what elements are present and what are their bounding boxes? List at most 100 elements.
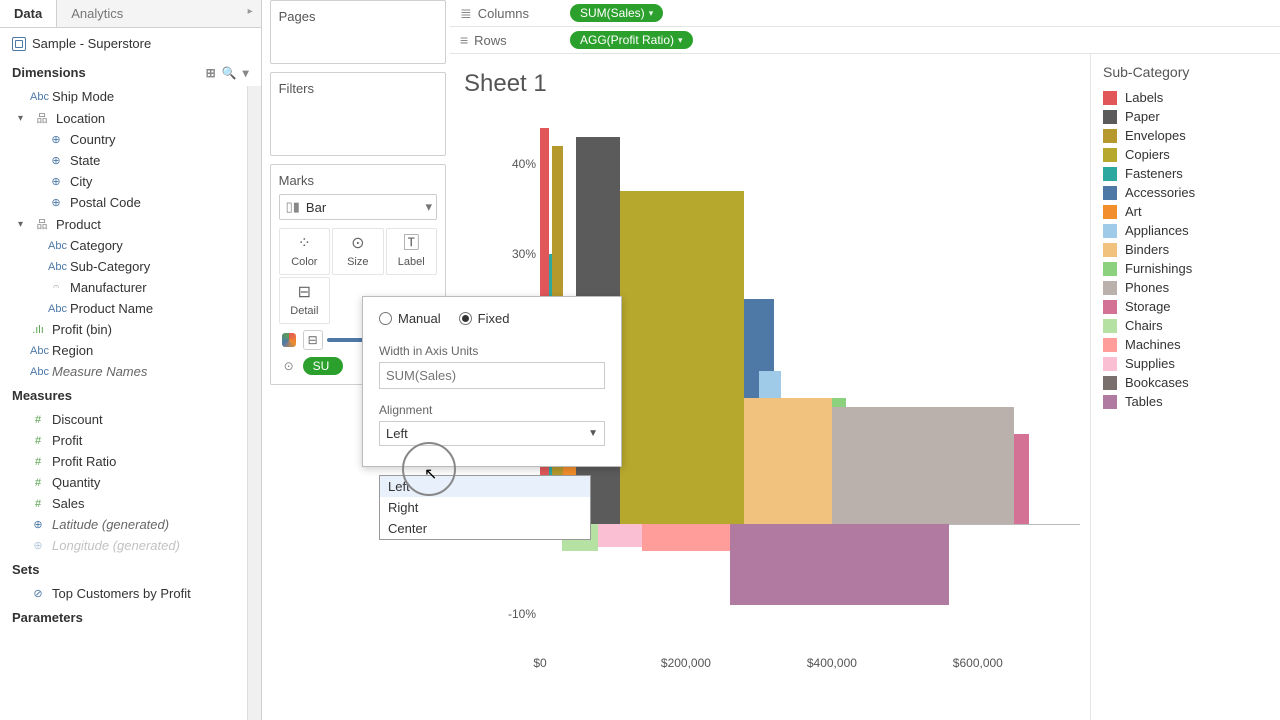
legend-label: Chairs (1125, 318, 1163, 333)
datasource-row[interactable]: Sample - Superstore (0, 28, 261, 59)
color-legend[interactable]: Sub-Category LabelsPaperEnvelopesCopiers… (1090, 54, 1280, 720)
x-tick: $600,000 (953, 656, 1003, 670)
x-tick: $0 (533, 656, 546, 670)
search-icon[interactable]: 🔍 (222, 66, 237, 80)
legend-item-art[interactable]: Art (1103, 202, 1268, 221)
legend-item-furnishings[interactable]: Furnishings (1103, 259, 1268, 278)
abc-icon: Abc (48, 303, 64, 315)
legend-item-binders[interactable]: Binders (1103, 240, 1268, 259)
legend-label: Envelopes (1125, 128, 1186, 143)
marks-detail[interactable]: ⊟Detail (279, 277, 330, 324)
tab-data[interactable]: Data (0, 0, 56, 27)
marks-size[interactable]: ⊙Size (332, 228, 383, 275)
legend-item-supplies[interactable]: Supplies (1103, 354, 1268, 373)
marks-color[interactable]: ⁘Color (279, 228, 330, 275)
caret-down-icon: ▾ (18, 113, 28, 124)
left-scrollbar[interactable] (247, 86, 261, 720)
meas-lat[interactable]: ⊕Latitude (generated) (0, 514, 247, 535)
marks-label[interactable]: 🅃Label (386, 228, 437, 275)
bar-storage[interactable] (1014, 434, 1029, 524)
filters-shelf[interactable]: Filters (270, 72, 446, 156)
legend-item-tables[interactable]: Tables (1103, 392, 1268, 411)
legend-label: Appliances (1125, 223, 1189, 238)
bar-phones[interactable] (832, 407, 1014, 524)
legend-item-fasteners[interactable]: Fasteners (1103, 164, 1268, 183)
size-popup: Manual Fixed Width in Axis Units Alignme… (362, 296, 622, 467)
chevron-down-icon: ▾ (678, 35, 683, 46)
caret-down-icon: ▾ (18, 219, 28, 230)
dim-measure-names[interactable]: AbcMeasure Names (0, 361, 247, 382)
dim-ship-mode[interactable]: AbcShip Mode (0, 86, 247, 107)
dim-product-folder[interactable]: ▾品Product (0, 213, 247, 235)
abc-icon: Abc (48, 240, 64, 252)
meas-profit-ratio[interactable]: #Profit Ratio (0, 451, 247, 472)
meas-profit[interactable]: #Profit (0, 430, 247, 451)
dim-subcategory[interactable]: AbcSub-Category (0, 256, 247, 277)
sheet-title[interactable]: Sheet 1 (464, 70, 1080, 98)
meas-sales[interactable]: #Sales (0, 493, 247, 514)
menu-icon[interactable]: ▾ (243, 66, 249, 80)
rows-pill[interactable]: AGG(Profit Ratio)▾ (570, 31, 693, 49)
dim-profit-bin[interactable]: .ılıProfit (bin) (0, 319, 247, 340)
set-icon: ⊘ (30, 587, 46, 600)
legend-item-paper[interactable]: Paper (1103, 107, 1268, 126)
legend-label: Copiers (1125, 147, 1170, 162)
meas-quantity[interactable]: #Quantity (0, 472, 247, 493)
bar-binders[interactable] (744, 398, 832, 524)
hash-icon: # (30, 435, 46, 447)
legend-item-storage[interactable]: Storage (1103, 297, 1268, 316)
mark-type-select[interactable]: ▯▮ Bar ▾ (279, 194, 437, 220)
dim-postal[interactable]: ⊕Postal Code (0, 192, 247, 213)
legend-swatch-icon (1103, 243, 1117, 257)
width-input[interactable] (379, 362, 605, 389)
legend-item-chairs[interactable]: Chairs (1103, 316, 1268, 335)
bar-copiers[interactable] (620, 191, 744, 524)
legend-item-copiers[interactable]: Copiers (1103, 145, 1268, 164)
legend-item-appliances[interactable]: Appliances (1103, 221, 1268, 240)
meas-discount[interactable]: #Discount (0, 409, 247, 430)
legend-item-envelopes[interactable]: Envelopes (1103, 126, 1268, 145)
marks-pill-subcategory[interactable] (327, 338, 367, 342)
dim-region[interactable]: AbcRegion (0, 340, 247, 361)
dim-country[interactable]: ⊕Country (0, 129, 247, 150)
dim-category[interactable]: AbcCategory (0, 235, 247, 256)
view-as-icon[interactable]: ⊞ (206, 66, 216, 80)
columns-shelf[interactable]: ≣Columns SUM(Sales)▾ (450, 0, 1280, 27)
columns-pill[interactable]: SUM(Sales)▾ (570, 4, 663, 22)
color-icon: ⁘ (282, 235, 327, 253)
legend-label: Phones (1125, 280, 1169, 295)
legend-label: Labels (1125, 90, 1163, 105)
hash-icon: # (30, 456, 46, 468)
pages-shelf[interactable]: Pages (270, 0, 446, 64)
set-top-customers[interactable]: ⊘Top Customers by Profit (0, 583, 247, 604)
marks-pill-sum[interactable]: SU (303, 357, 343, 375)
legend-item-accessories[interactable]: Accessories (1103, 183, 1268, 202)
bar-supplies[interactable] (598, 524, 642, 547)
tab-analytics[interactable]: Analytics (56, 0, 260, 27)
alignment-select[interactable]: Left▼ (379, 421, 605, 446)
alignment-option-left[interactable]: Left (380, 476, 590, 497)
chevron-down-icon: ▾ (649, 8, 654, 19)
x-axis[interactable]: $0$200,000$400,000$600,000 (540, 650, 1080, 670)
dimensions-header: Dimensions ⊞ 🔍 ▾ (0, 59, 261, 86)
dim-state[interactable]: ⊕State (0, 150, 247, 171)
legend-label: Storage (1125, 299, 1171, 314)
legend-item-phones[interactable]: Phones (1103, 278, 1268, 297)
legend-item-machines[interactable]: Machines (1103, 335, 1268, 354)
dim-manufacturer[interactable]: 𝄐Manufacturer (0, 277, 247, 298)
alignment-option-right[interactable]: Right (380, 497, 590, 518)
radio-fixed[interactable]: Fixed (459, 311, 510, 326)
legend-swatch-icon (1103, 262, 1117, 276)
alignment-option-center[interactable]: Center (380, 518, 590, 539)
meas-lon[interactable]: ⊕Longitude (generated) (0, 535, 247, 556)
legend-item-bookcases[interactable]: Bookcases (1103, 373, 1268, 392)
rows-shelf[interactable]: ≡Rows AGG(Profit Ratio)▾ (450, 27, 1280, 54)
dim-product-name[interactable]: AbcProduct Name (0, 298, 247, 319)
legend-item-labels[interactable]: Labels (1103, 88, 1268, 107)
dim-city[interactable]: ⊕City (0, 171, 247, 192)
bar-tables[interactable] (730, 524, 949, 605)
legend-label: Binders (1125, 242, 1169, 257)
radio-manual[interactable]: Manual (379, 311, 441, 326)
dim-location-folder[interactable]: ▾品Location (0, 107, 247, 129)
y-tick: 30% (512, 247, 536, 261)
